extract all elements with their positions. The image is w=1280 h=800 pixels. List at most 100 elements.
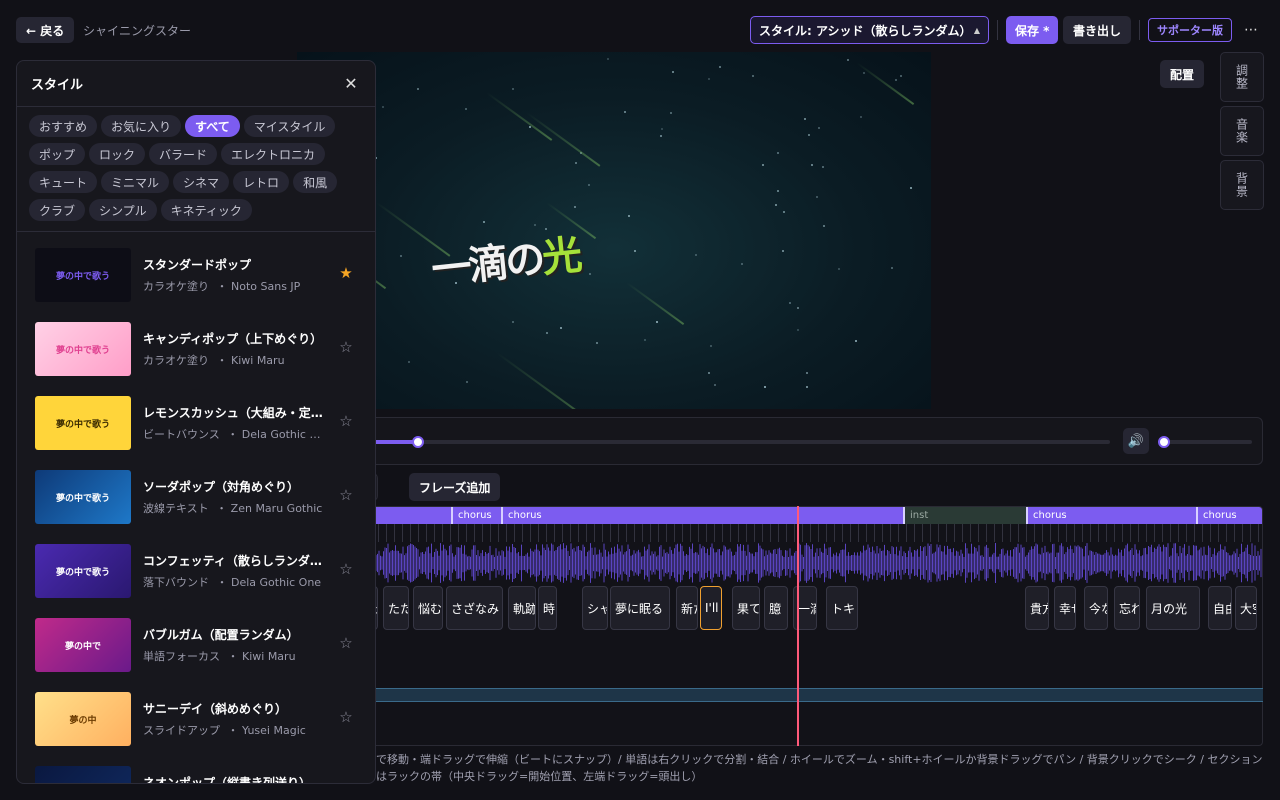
seek-handle[interactable] bbox=[412, 436, 425, 448]
star-particle bbox=[762, 163, 765, 166]
style-thumbnail: 夢の中で歌う bbox=[35, 544, 131, 598]
word-block[interactable]: 時 bbox=[538, 586, 557, 630]
close-icon[interactable]: ✕ bbox=[341, 74, 361, 94]
tab-background[interactable]: 背景 bbox=[1220, 160, 1264, 210]
star-filled-icon[interactable]: ★ bbox=[336, 263, 356, 283]
filter-chip[interactable]: バラード bbox=[149, 143, 218, 165]
star-particle bbox=[399, 255, 402, 258]
section-block[interactable]: chorus bbox=[451, 507, 501, 524]
category-filter: おすすめ お気に入り すべて マイスタイルポップ ロック バラード エレクトロニカキュートミ… bbox=[17, 107, 375, 232]
supporter-edition-button[interactable]: サポーター版 bbox=[1148, 18, 1232, 42]
section-block[interactable]: inst bbox=[903, 507, 1026, 524]
star-particle bbox=[846, 58, 849, 61]
star-outline-icon[interactable]: ☆ bbox=[336, 559, 356, 579]
filter-chip[interactable]: エレクトロニカ bbox=[221, 143, 326, 165]
star-particle bbox=[416, 87, 419, 90]
star-particle bbox=[660, 134, 663, 137]
style-list-item[interactable]: 夢の中で歌う ソーダポップ（対角めぐり） 波線テキスト ・ Zen Maru Got… bbox=[33, 469, 361, 525]
tab-adjust[interactable]: 調整 bbox=[1220, 52, 1264, 102]
style-effect: スライドアップ bbox=[143, 724, 220, 737]
export-button[interactable]: 書き出し bbox=[1063, 16, 1132, 44]
word-block[interactable]: 新た bbox=[676, 586, 698, 630]
filter-chip[interactable]: ロック bbox=[89, 143, 146, 165]
layout-button[interactable]: 配置 bbox=[1160, 60, 1205, 88]
filter-chip[interactable]: キュート bbox=[29, 171, 98, 193]
meta-separator: ・ bbox=[224, 650, 242, 663]
star-particle bbox=[624, 111, 627, 114]
filter-chip[interactable]: シンプル bbox=[89, 199, 157, 221]
video-preview[interactable]: 一滴の光 bbox=[297, 52, 931, 409]
word-block[interactable]: さざなみ bbox=[446, 586, 503, 630]
style-font: Dela Gothic One bbox=[231, 576, 322, 589]
star-outline-icon[interactable]: ☆ bbox=[336, 707, 356, 727]
style-list-item[interactable]: 夢の中 サニーデイ（斜めめぐり） スライドアップ ・ Yusei Magic ☆ bbox=[33, 691, 361, 747]
word-block[interactable]: 貴方 bbox=[1025, 586, 1049, 630]
style-select-dropdown[interactable]: スタイル: アシッド（散らしランダム） ▲ bbox=[750, 16, 989, 44]
star-outline-icon[interactable]: ☆ bbox=[336, 633, 356, 653]
word-block[interactable]: 大空 bbox=[1235, 586, 1257, 630]
style-list-item[interactable]: ネオンポップ（縦書き列送り） ☆ bbox=[33, 765, 361, 783]
word-block[interactable]: 臆 bbox=[764, 586, 788, 630]
word-block[interactable]: 果て bbox=[732, 586, 760, 630]
word-block[interactable]: トキ bbox=[826, 586, 858, 630]
filter-chip[interactable]: お気に入り bbox=[101, 115, 182, 137]
style-list-item[interactable]: 夢の中で歌う スタンダードポップ カラオケ塗り ・ Noto Sans JP ★ bbox=[33, 247, 361, 303]
style-list-item[interactable]: 夢の中で歌う キャンディポップ（上下めぐり） カラオケ塗り ・ Kiwi Maru ☆ bbox=[33, 321, 361, 377]
star-particle bbox=[588, 184, 591, 187]
word-block[interactable]: 悩む bbox=[413, 586, 443, 630]
playhead[interactable] bbox=[797, 506, 799, 746]
volume-icon[interactable]: 🔊 bbox=[1123, 428, 1149, 454]
background-track-band[interactable] bbox=[376, 688, 1263, 702]
volume-handle[interactable] bbox=[1158, 436, 1170, 448]
filter-chip[interactable]: 和風 bbox=[293, 171, 338, 193]
seek-bar[interactable] bbox=[358, 436, 1110, 448]
filter-chip[interactable]: ポップ bbox=[29, 143, 86, 165]
word-block[interactable]: 忘れ bbox=[1114, 586, 1140, 630]
filter-chip[interactable]: おすすめ bbox=[29, 115, 98, 137]
style-list-item[interactable]: 夢の中で歌う レモンスカッシュ（大組み・定位置） ビートバウンス ・ Dela Go… bbox=[33, 395, 361, 451]
star-outline-icon[interactable]: ☆ bbox=[336, 781, 356, 783]
word-block[interactable]: シャ bbox=[582, 586, 608, 630]
back-button[interactable]: ← 戻る bbox=[16, 17, 75, 43]
more-menu-icon[interactable]: ⋯ bbox=[1241, 18, 1261, 42]
word-block[interactable]: たた bbox=[383, 586, 409, 630]
word-block[interactable]: 今な bbox=[1084, 586, 1108, 630]
preview-lyric: 一滴の光 bbox=[428, 222, 581, 295]
star-particle bbox=[512, 88, 515, 91]
thumbnail-text: 夢の中で歌う bbox=[55, 567, 110, 578]
filter-chip[interactable]: レトロ bbox=[233, 171, 290, 193]
light-streak bbox=[526, 112, 601, 167]
style-font: Dela Gothic One bbox=[241, 428, 323, 441]
star-outline-icon[interactable]: ☆ bbox=[336, 337, 356, 357]
filter-chip[interactable]: マイスタイル bbox=[243, 115, 336, 137]
style-effect: 波線テキスト bbox=[143, 502, 209, 515]
filter-chip[interactable]: シネマ bbox=[173, 171, 230, 193]
style-thumbnail bbox=[35, 766, 131, 783]
star-particle bbox=[805, 385, 808, 388]
filter-chip[interactable]: クラブ bbox=[29, 199, 86, 221]
section-block[interactable]: chorus bbox=[1026, 507, 1196, 524]
star-outline-icon[interactable]: ☆ bbox=[336, 411, 356, 431]
word-block[interactable]: I'll bbox=[700, 586, 722, 630]
style-list-item[interactable]: 夢の中で歌う コンフェッティ（散らしランダム） 落下バウンド ・ Dela Goth… bbox=[33, 543, 361, 599]
word-block[interactable]: 幸せ bbox=[1054, 586, 1076, 630]
word-block[interactable]: 軌跡 bbox=[508, 586, 536, 630]
word-block[interactable]: 夢に眠る bbox=[610, 586, 670, 630]
star-particle bbox=[855, 339, 858, 342]
volume-slider[interactable] bbox=[1158, 436, 1252, 448]
section-block[interactable]: chorus bbox=[501, 507, 903, 524]
star-particle bbox=[483, 221, 486, 224]
section-track: chorus chorus inst chorus chorus bbox=[298, 507, 1262, 524]
filter-chip[interactable]: ミニマル bbox=[101, 171, 170, 193]
filter-chip[interactable]: すべて bbox=[185, 115, 240, 137]
section-block[interactable]: chorus bbox=[1196, 507, 1262, 524]
word-block[interactable]: 月の光 bbox=[1146, 586, 1200, 630]
word-block[interactable]: 自由 bbox=[1208, 586, 1232, 630]
star-outline-icon[interactable]: ☆ bbox=[336, 485, 356, 505]
filter-chip[interactable]: キネティック bbox=[160, 199, 252, 221]
style-thumbnail: 夢の中 bbox=[35, 692, 131, 746]
tab-music[interactable]: 音楽 bbox=[1220, 106, 1264, 156]
style-list-item[interactable]: 夢の中で バブルガム（配置ランダム） 単語フォーカス ・ Kiwi Maru ☆ bbox=[33, 617, 361, 673]
add-phrase-button[interactable]: フレーズ追加 bbox=[409, 473, 501, 501]
save-button[interactable]: 保存 * bbox=[1006, 16, 1059, 44]
